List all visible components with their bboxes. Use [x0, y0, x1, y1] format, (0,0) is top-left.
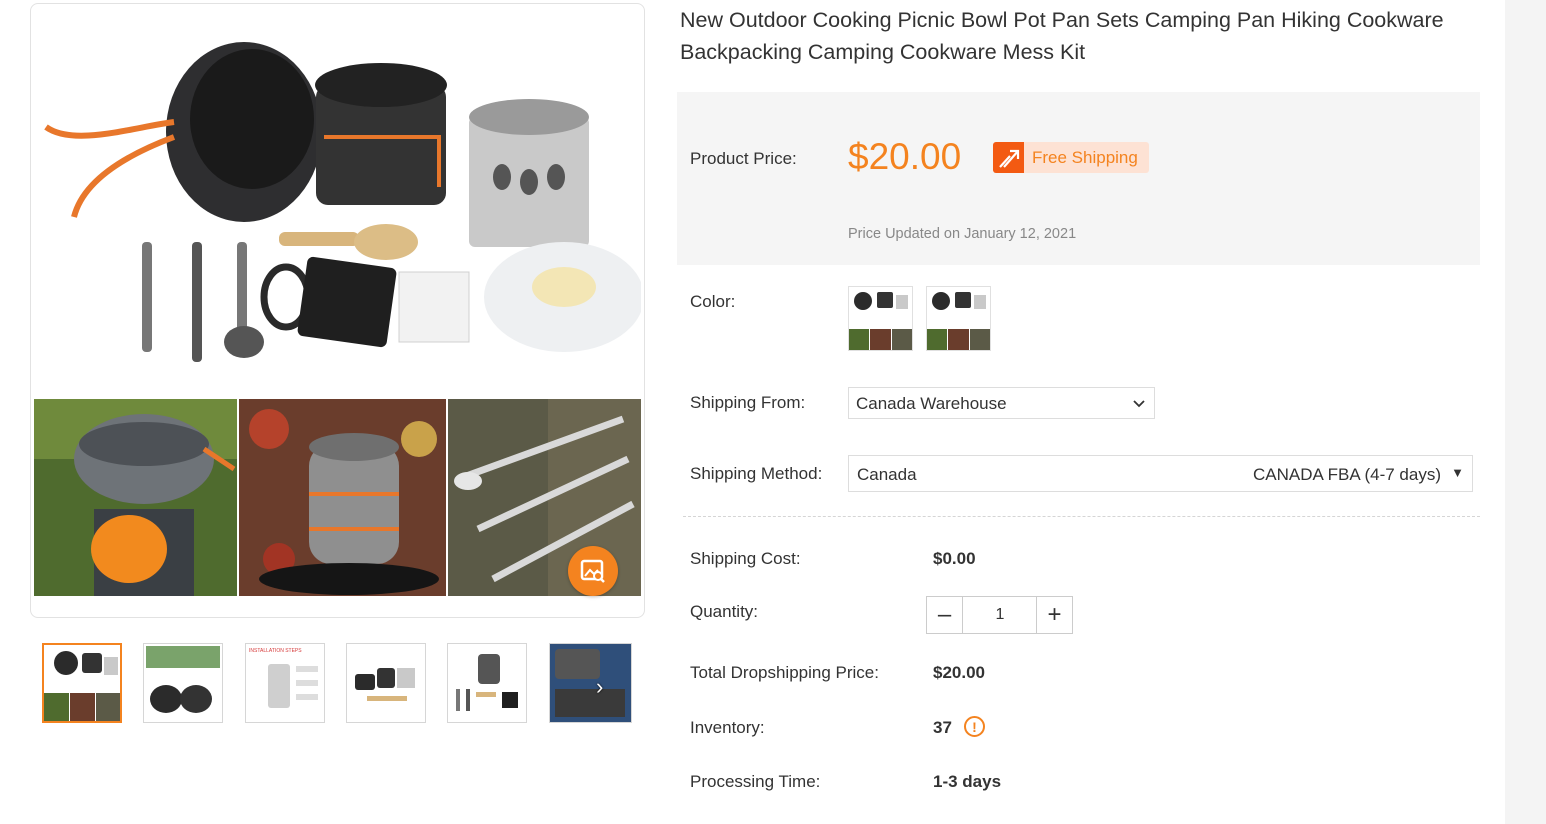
processing-time-label: Processing Time:	[690, 772, 821, 791]
product-price: $20.00	[848, 136, 962, 177]
shipping-method-select[interactable]: Canada CANADA FBA (4-7 days) ▼	[848, 455, 1473, 492]
caret-down-icon: ▼	[1451, 465, 1464, 480]
price-box: Product Price: $20.00 Free Shipping Pric…	[677, 92, 1480, 265]
thumbnail-image	[550, 644, 631, 722]
thumbnail-3[interactable]: INSTALLATION STEPS	[245, 643, 325, 723]
color-swatch-1[interactable]	[848, 286, 913, 351]
info-icon[interactable]: !	[964, 716, 985, 737]
thumbnail-image	[448, 644, 526, 722]
thumbnail-image: INSTALLATION STEPS	[246, 644, 324, 722]
thumbnail-5[interactable]	[447, 643, 527, 723]
swatch-image	[927, 287, 990, 350]
free-shipping-badge: Free Shipping	[993, 142, 1149, 173]
hero-product-photo	[34, 7, 641, 397]
inventory-value: 37	[933, 718, 952, 737]
swatch-image	[849, 287, 912, 350]
thumbnail-image	[347, 644, 425, 722]
truck-icon	[993, 142, 1024, 173]
total-price-label: Total Dropshipping Price:	[690, 663, 879, 682]
chevron-right-icon[interactable]: ›	[596, 674, 603, 700]
color-label: Color:	[690, 292, 736, 311]
plus-icon[interactable]: +	[1036, 597, 1072, 633]
thumbnail-1[interactable]	[42, 643, 122, 723]
shipping-method-country: Canada	[857, 465, 917, 484]
shipping-cost-value: $0.00	[933, 549, 976, 568]
thumbnail-4[interactable]	[346, 643, 426, 723]
total-price-value: $20.00	[933, 663, 985, 682]
quantity-input[interactable]	[964, 597, 1036, 633]
thumbnail-caption: INSTALLATION STEPS	[249, 648, 302, 654]
shipping-method-option: CANADA FBA (4-7 days)	[1252, 465, 1441, 484]
color-swatch-2[interactable]	[926, 286, 991, 351]
product-page: INSTALLATION STEPS › New Outdoor Cooking…	[0, 0, 1505, 824]
product-photo-nested-pots	[239, 399, 446, 596]
minus-icon[interactable]: –	[927, 597, 963, 633]
thumbnail-strip: INSTALLATION STEPS	[42, 643, 632, 723]
image-search-icon	[580, 559, 605, 583]
free-shipping-text: Free Shipping	[1032, 147, 1138, 167]
main-product-image[interactable]	[30, 3, 645, 618]
quantity-label: Quantity:	[690, 602, 759, 621]
product-photo-stove-fire	[34, 399, 237, 596]
inventory-label: Inventory:	[690, 718, 765, 737]
section-divider	[683, 516, 1480, 517]
price-updated-text: Price Updated on January 12, 2021	[848, 226, 1077, 242]
shipping-cost-label: Shipping Cost:	[690, 549, 801, 568]
image-search-button[interactable]	[568, 546, 618, 596]
quantity-stepper: – +	[926, 596, 1073, 634]
shipping-from-value: Canada Warehouse	[856, 394, 1007, 413]
product-title: New Outdoor Cooking Picnic Bowl Pot Pan …	[680, 8, 1444, 64]
processing-time-value: 1-3 days	[933, 772, 1002, 791]
shipping-from-select[interactable]: Canada Warehouse	[848, 387, 1155, 419]
shipping-method-label: Shipping Method:	[690, 464, 823, 483]
thumbnail-image	[144, 644, 222, 722]
thumbnail-2[interactable]	[143, 643, 223, 723]
thumbnail-image	[44, 645, 120, 721]
product-price-label: Product Price:	[690, 149, 797, 168]
thumbnail-6[interactable]	[549, 643, 632, 723]
shipping-from-label: Shipping From:	[690, 393, 806, 412]
chevron-down-icon	[1133, 400, 1145, 408]
